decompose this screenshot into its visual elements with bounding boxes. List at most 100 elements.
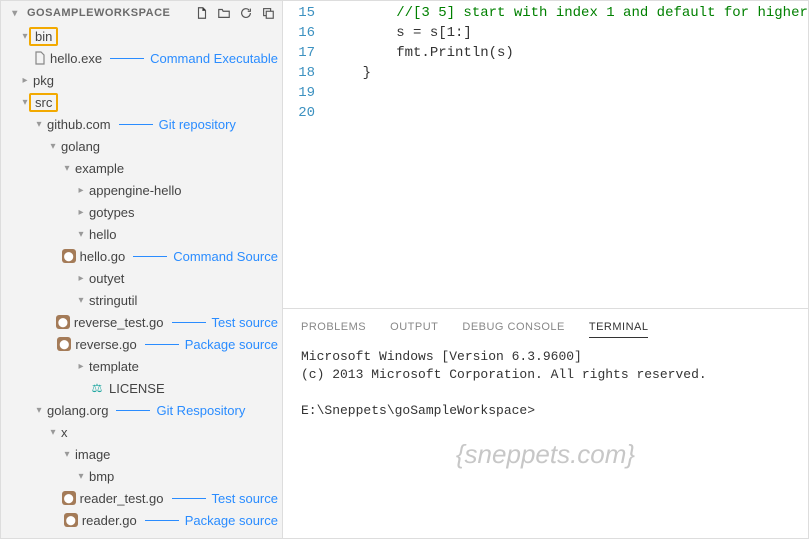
tree-item-label: LICENSE [109,381,165,396]
tree-item-label: hello.exe [50,51,102,66]
tree-item-label: reader_test.go [80,491,164,506]
tree-item-label: reader.go [82,513,137,528]
tree-item-label: appengine-hello [89,183,182,198]
tree-item[interactable]: ▾hello [1,223,282,245]
code-editor[interactable]: 151617181920 //[3 5] start with index 1 … [283,1,808,308]
go-file-icon: ⬤ [62,248,76,264]
code-line[interactable] [329,103,808,123]
code-line[interactable]: } [329,63,808,83]
code-line[interactable]: //[3 5] start with index 1 and default f… [329,3,808,23]
tree-item-label: gotypes [89,205,135,220]
panel-tabs: PROBLEMS OUTPUT DEBUG CONSOLE TERMINAL [301,309,790,348]
annotation-label: Command Executable [110,51,278,66]
file-icon [34,50,46,66]
tree-item[interactable]: ▾stringutil [1,289,282,311]
tree-item-label: src [29,93,58,112]
workspace-title: GOSAMPLEWORKSPACE [27,7,170,19]
code-line[interactable]: fmt.Println(s) [329,43,808,63]
tree-item-label: github.com [47,117,111,132]
bottom-panel: PROBLEMS OUTPUT DEBUG CONSOLE TERMINAL Micr… [283,308,808,538]
annotation-label: Git Respository [116,403,245,418]
tree-item[interactable]: ▸⬤reverse_test.goTest source [1,311,282,333]
tree-item[interactable]: ▾image [1,443,282,465]
code-line[interactable]: s = s[1:] [329,23,808,43]
tree-item[interactable]: ▾github.com Git repository [1,113,282,135]
chevron-down-icon[interactable]: ▾ [61,162,73,174]
tree-item[interactable]: ▾bin [1,25,282,47]
tree-item[interactable]: ▸⬤reverse.goPackage source [1,333,282,355]
chevron-down-icon[interactable]: ▾ [75,228,87,240]
chevron-down-icon[interactable]: ▾ [47,426,59,438]
tree-item-label: pkg [33,73,54,88]
new-file-icon[interactable] [194,5,210,21]
tree-item[interactable]: ▸appengine-hello [1,179,282,201]
annotation-label: Test source [172,315,278,330]
tree-item[interactable]: ▾golang [1,135,282,157]
tree-item[interactable]: ▾example [1,157,282,179]
file-explorer-sidebar: ▾ GOSAMPLEWORKSPACE ▾bin ▸ hello.exe Comman… [1,1,283,538]
terminal-line: (c) 2013 Microsoft Corporation. All righ… [301,366,790,384]
annotation-label: Package source [145,513,278,528]
chevron-right-icon[interactable]: ▸ [75,272,87,284]
panel-tab-problems[interactable]: PROBLEMS [301,321,366,338]
explorer-header: ▾ GOSAMPLEWORKSPACE [1,1,282,25]
collapse-all-icon[interactable] [260,5,276,21]
tree-item-label: golang.org [47,403,108,418]
refresh-icon[interactable] [238,5,254,21]
chevron-down-icon[interactable]: ▾ [33,404,45,416]
license-icon: ⚖ [89,380,105,396]
code-content[interactable]: //[3 5] start with index 1 and default f… [329,3,808,308]
go-file-icon: ⬤ [57,336,71,352]
chevron-right-icon[interactable]: ▸ [75,184,87,196]
line-number: 17 [283,43,315,63]
chevron-right-icon[interactable]: ▸ [75,206,87,218]
chevron-down-icon[interactable]: ▾ [61,448,73,460]
chevron-right-icon[interactable]: ▸ [75,360,87,372]
tree-item[interactable]: ▸⚖LICENSE [1,377,282,399]
line-number: 16 [283,23,315,43]
code-line[interactable] [329,83,808,103]
terminal-output[interactable]: Microsoft Windows [Version 6.3.9600](c) … [301,348,790,420]
tree-item-label: reverse_test.go [74,315,164,330]
tree-item[interactable]: ▸gotypes [1,201,282,223]
tree-item[interactable]: ▸⬤hello.goCommand Source [1,245,282,267]
tree-item-label: golang [61,139,100,154]
line-number: 18 [283,63,315,83]
terminal-line: Microsoft Windows [Version 6.3.9600] [301,348,790,366]
tree-item[interactable]: ▾x [1,421,282,443]
chevron-down-icon[interactable]: ▾ [9,7,21,19]
tree-item[interactable]: ▸template [1,355,282,377]
annotation-label: Git repository [119,117,236,132]
tree-item-label: stringutil [89,293,137,308]
tree-item-label: hello.go [80,249,126,264]
tree-item[interactable]: ▾golang.org Git Respository [1,399,282,421]
tree-item-label: hello [89,227,116,242]
go-file-icon: ⬤ [62,490,76,506]
chevron-down-icon[interactable]: ▾ [33,118,45,130]
tree-item-label: image [75,447,110,462]
chevron-down-icon[interactable]: ▾ [47,140,59,152]
panel-tab-terminal[interactable]: TERMINAL [589,321,649,338]
tree-item-label: bmp [89,469,114,484]
file-tree[interactable]: ▾bin▸hello.exeCommand Executable▸pkg▾src… [1,25,282,538]
tree-item-label: example [75,161,124,176]
panel-tab-debug-console[interactable]: DEBUG CONSOLE [462,321,564,338]
chevron-down-icon[interactable]: ▾ [75,470,87,482]
tree-item[interactable]: ▸⬤reader.goPackage source [1,509,282,531]
new-folder-icon[interactable] [216,5,232,21]
tree-item[interactable]: ▾bmp [1,465,282,487]
editor-area: 151617181920 //[3 5] start with index 1 … [283,1,808,538]
tree-item[interactable]: ▸outyet [1,267,282,289]
tree-item-label: template [89,359,139,374]
panel-tab-output[interactable]: OUTPUT [390,321,438,338]
annotation-label: Test source [172,491,278,506]
tree-item[interactable]: ▾src [1,91,282,113]
tree-item-label: reverse.go [75,337,136,352]
chevron-right-icon[interactable]: ▸ [19,74,31,86]
tree-item-label: x [61,425,68,440]
tree-item[interactable]: ▸pkg [1,69,282,91]
tree-item-label: outyet [89,271,124,286]
tree-item[interactable]: ▸⬤reader_test.goTest source [1,487,282,509]
chevron-down-icon[interactable]: ▾ [75,294,87,306]
tree-item[interactable]: ▸hello.exeCommand Executable [1,47,282,69]
